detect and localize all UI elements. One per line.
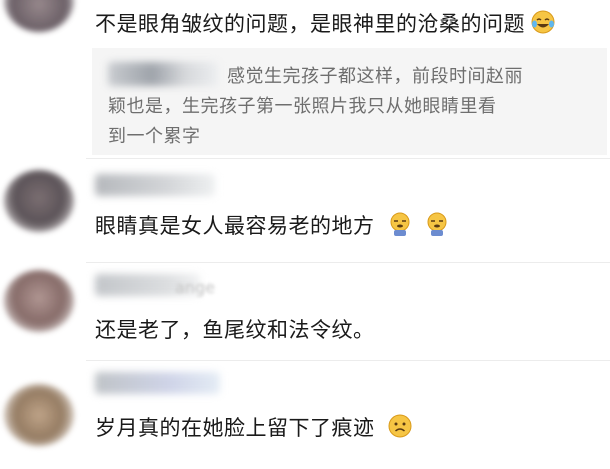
divider	[86, 262, 610, 263]
divider	[86, 360, 610, 361]
quoted-reply[interactable]: 感觉生完孩子都这样，前段时间赵丽 颖也是，生完孩子第一张照片我只从她眼睛里看 到…	[92, 48, 607, 155]
comment-item: 不是眼角皱纹的问题，是眼神里的沧桑的问题 感觉生完孩子都这样，前段时间赵丽 颖也…	[0, 0, 610, 160]
avatar[interactable]	[4, 0, 74, 32]
reply-author-blurred	[108, 62, 218, 86]
avatar[interactable]	[4, 384, 74, 446]
avatar[interactable]	[4, 170, 74, 232]
avatar[interactable]	[4, 270, 74, 332]
sleepy-emoji	[425, 212, 449, 241]
reply-text-line: 到一个累字	[108, 126, 201, 147]
comment-text: 还是老了，鱼尾纹和法令纹。	[95, 318, 375, 342]
comment-item: ange 还是老了，鱼尾纹和法令纹。	[0, 264, 610, 359]
comment-item: 眼睛真是女人最容易老的地方	[0, 160, 610, 260]
reply-text-line: 感觉生完孩子都这样，前段时间赵丽	[227, 66, 523, 87]
reply-text-line: 颖也是，生完孩子第一张照片我只从她眼睛里看	[108, 96, 497, 117]
comment-text: 岁月真的在她脸上留下了痕迹	[95, 412, 412, 443]
comment-text: 不是眼角皱纹的问题，是眼神里的沧桑的问题	[95, 8, 555, 39]
laughing-crying-emoji	[531, 10, 555, 39]
comment-item: 岁月真的在她脸上留下了痕迹	[0, 362, 610, 469]
nickname-fragment: ange	[175, 278, 215, 297]
nickname-blurred[interactable]	[95, 372, 220, 394]
nickname-blurred[interactable]	[95, 174, 215, 196]
sleepy-emoji	[388, 212, 412, 241]
divider	[86, 158, 610, 159]
sad-emoji	[388, 414, 412, 443]
comment-text: 眼睛真是女人最容易老的地方	[95, 210, 449, 241]
